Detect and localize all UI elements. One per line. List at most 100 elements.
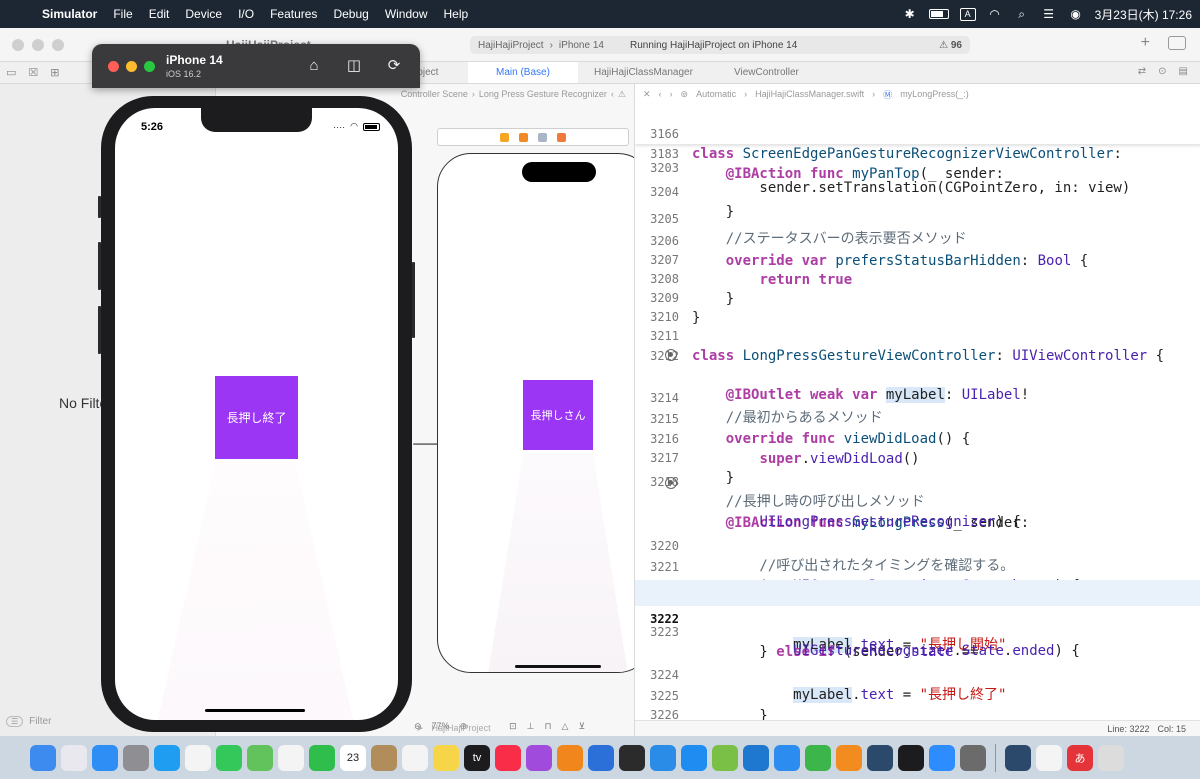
filter-input[interactable]: Filter [29, 716, 51, 727]
bluetooth-icon[interactable]: ✱ [902, 7, 918, 21]
books-icon[interactable] [557, 744, 583, 771]
siri-icon[interactable]: ◉ [1068, 7, 1084, 21]
code-line[interactable]: @IBOutlet weak var myLabel: UILabel! [635, 345, 1200, 403]
code-line[interactable]: 3215 override func viewDidLoad() { [635, 389, 1200, 447]
menu-device[interactable]: Device [177, 7, 230, 21]
contacts-icon[interactable] [371, 744, 397, 771]
menu-io[interactable]: I/O [230, 7, 262, 21]
code-line[interactable]: 3207 return true [635, 230, 1200, 288]
warning-count[interactable]: ⚠ 96 [939, 40, 962, 51]
messages-icon[interactable] [216, 744, 242, 771]
reminders-icon[interactable] [402, 744, 428, 771]
menu-features[interactable]: Features [262, 7, 325, 21]
code-line[interactable]: 3217 } [635, 428, 1200, 486]
location-icon[interactable]: ➤ [416, 723, 424, 734]
code-line[interactable]: @IBAction func myLongPress(_ sender: [635, 473, 1200, 531]
app-store-icon[interactable] [681, 744, 707, 771]
close-editor-icon[interactable]: ✕ [643, 89, 651, 100]
mail-icon[interactable] [92, 744, 118, 771]
simulator-toolbar[interactable]: iPhone 14 iOS 16.2 ⌂ ◫ ⟳ [92, 44, 420, 88]
scheme-project[interactable]: HajiHajiProject [478, 40, 544, 51]
terminal-icon[interactable] [898, 744, 924, 771]
photos-icon[interactable] [278, 744, 304, 771]
code-line[interactable]: 3212 [635, 326, 1200, 363]
podcasts-icon[interactable] [526, 744, 552, 771]
phone-screen[interactable]: 5:26 ···· ◠ 長押し終了 [115, 108, 398, 720]
minimize-button[interactable] [32, 39, 44, 51]
pages-icon[interactable] [836, 744, 862, 771]
instruments-icon[interactable] [712, 744, 738, 771]
code-line[interactable]: 3218 //長押し時の呼び出しメソッド [635, 452, 1200, 510]
volume-up-button[interactable] [98, 242, 101, 290]
code-line[interactable]: 3220 //呼び出されたタイミングを確認する。 [635, 516, 1200, 574]
menu-edit[interactable]: Edit [141, 7, 178, 21]
zoom-icon[interactable] [929, 744, 955, 771]
folder-icon[interactable]: ▭ [6, 66, 16, 79]
safari-icon[interactable] [154, 744, 180, 771]
calculator-icon[interactable] [960, 744, 986, 771]
source-control-icon[interactable]: ☒ [28, 66, 38, 79]
textedit-icon[interactable] [1036, 744, 1062, 771]
jump-scene[interactable]: Controller Scene [401, 89, 468, 99]
facetime-icon[interactable] [309, 744, 335, 771]
code-line[interactable]: 3225 } [635, 666, 1200, 724]
wifi-icon[interactable]: ◠ [987, 7, 1003, 21]
code-line[interactable]: 3226 } [635, 685, 1200, 736]
spotlight-search-icon[interactable]: ⌕ [1014, 7, 1030, 21]
code-line[interactable]: 3223 } else if (sender.state == [635, 602, 1200, 660]
vscode-icon[interactable] [743, 744, 769, 771]
related-items-icon[interactable]: ⊚ [681, 89, 689, 100]
first-responder-icon[interactable] [519, 132, 528, 142]
add-tab-icon[interactable]: + [1141, 34, 1150, 52]
cloud-app-icon[interactable] [650, 744, 676, 771]
code-line[interactable]: 3211 class LongPressGestureViewControlle… [635, 306, 1200, 364]
calendar-icon[interactable]: 23 [340, 744, 366, 771]
screenshot-icon[interactable]: ◫ [344, 56, 364, 76]
jump-gesture[interactable]: Long Press Gesture Recognizer [479, 89, 607, 99]
home-indicator[interactable] [205, 709, 305, 712]
code-line[interactable]: 3224 myLabel.text = "長押し終了" [635, 645, 1200, 703]
code-line[interactable]: 3208 } [635, 249, 1200, 307]
code-line[interactable]: 3216 super.viewDidLoad() [635, 409, 1200, 467]
kotoeri-icon[interactable]: あ [1067, 744, 1093, 771]
numbers-icon[interactable] [805, 744, 831, 771]
input-source-icon[interactable]: A [959, 7, 976, 21]
sim-close-button[interactable] [108, 61, 119, 72]
tab-class-manager[interactable]: HajiHajiClassManager [594, 67, 693, 78]
home-icon[interactable]: ⌂ [304, 56, 324, 76]
xcode-icon[interactable] [867, 744, 893, 771]
notes-icon[interactable] [433, 744, 459, 771]
editor-options-icon[interactable]: ▤ [1179, 66, 1188, 77]
script-editor-icon[interactable] [619, 744, 645, 771]
code-line[interactable]: UIGestureRecognizer.State.began) { [635, 556, 1200, 594]
storyboard-device-frame[interactable]: 長押しさん [437, 153, 652, 673]
code-line[interactable]: UILongPressGestureRecognizer) { [635, 492, 1200, 530]
menu-debug[interactable]: Debug [325, 7, 376, 21]
zoom-button[interactable] [52, 39, 64, 51]
gesture-recognizer-icon[interactable] [538, 132, 547, 142]
related-items-icon[interactable]: ⊙ [1158, 66, 1166, 77]
jump-mode[interactable]: Automatic [696, 89, 736, 99]
code-line[interactable]: UIGestureRecognizer.State.ended) { [635, 621, 1200, 659]
exit-icon[interactable] [557, 132, 566, 142]
menu-clock[interactable]: 3月23日(木) 17:26 [1095, 6, 1192, 23]
jump-symbol[interactable]: myLongPress(_:) [900, 89, 969, 99]
battery-icon[interactable] [928, 9, 949, 19]
power-button[interactable] [412, 262, 415, 338]
code-line[interactable]: 3206 override var prefersStatusBarHidden… [635, 211, 1200, 269]
back-icon[interactable]: ‹ [659, 89, 662, 99]
swap-icon[interactable]: ⇄ [1138, 66, 1146, 77]
launchpad-icon[interactable] [61, 744, 87, 771]
menu-window[interactable]: Window [377, 7, 436, 21]
hierarchy-icon[interactable]: ⊞ [50, 66, 59, 79]
code-line[interactable]: 3221 if(sender.state == [635, 537, 1200, 595]
sim-zoom-button[interactable] [144, 61, 155, 72]
control-center-icon[interactable]: ☰ [1041, 7, 1057, 21]
maps-icon[interactable] [247, 744, 273, 771]
rotate-icon[interactable]: ⟳ [384, 56, 404, 76]
code-line[interactable]: 3209 } [635, 268, 1200, 326]
outlet-connection-icon[interactable] [665, 349, 677, 361]
inspector-toggle-icon[interactable] [1168, 36, 1186, 50]
scheme-device[interactable]: iPhone 14 [559, 40, 604, 51]
volume-down-button[interactable] [98, 306, 101, 354]
